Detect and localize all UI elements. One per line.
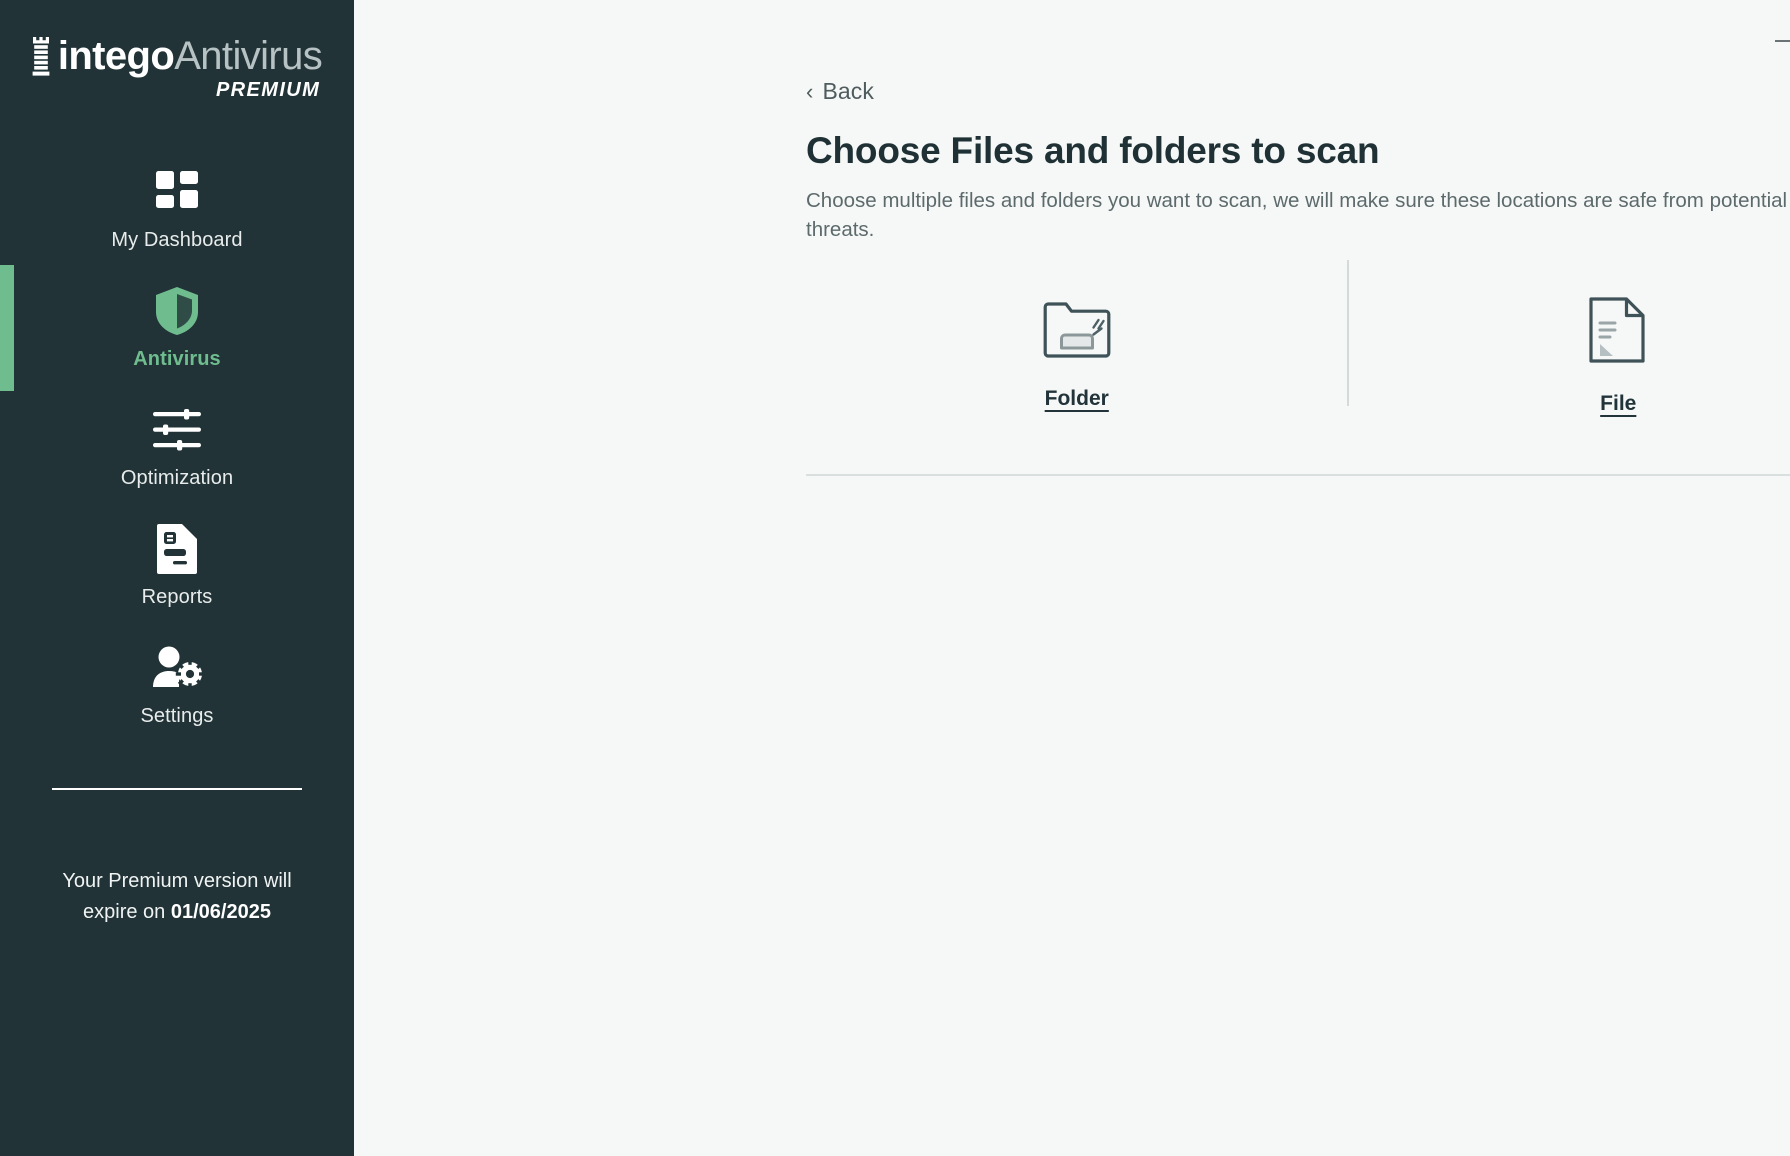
sidebar-item-my-dashboard[interactable]: My Dashboard <box>0 150 354 269</box>
active-nav-indicator <box>0 265 14 391</box>
premium-expiry-note: Your Premium version will expire on 01/0… <box>38 866 316 928</box>
scan-target-choices: Folder File <box>806 260 1790 416</box>
sidebar: intego Antivirus PREMIUM My Dashboard An… <box>0 0 354 1156</box>
main-content: ‹ Back Choose Files and folders to scan … <box>354 0 1790 1156</box>
choices-vertical-divider <box>1347 260 1349 406</box>
sidebar-item-label: My Dashboard <box>111 229 243 251</box>
choose-folder-option[interactable]: Folder <box>806 291 1348 411</box>
section-horizontal-rule <box>806 474 1790 476</box>
folder-icon <box>1043 291 1111 369</box>
brand-name-light: Antivirus <box>174 34 323 78</box>
file-document-icon <box>1588 291 1648 369</box>
brand-name-bold: intego <box>57 34 175 78</box>
minimize-button[interactable] <box>1767 19 1790 53</box>
chevron-left-icon: ‹ <box>806 78 814 104</box>
sidebar-item-label: Settings <box>140 705 214 727</box>
sidebar-item-label: Optimization <box>120 467 234 489</box>
shield-icon <box>154 286 200 336</box>
grid-squares-icon <box>155 167 199 217</box>
sliders-icon <box>153 405 201 455</box>
window-controls <box>1689 0 1790 72</box>
choose-folder-label: Folder <box>1044 387 1109 410</box>
document-report-icon <box>157 524 197 574</box>
sidebar-nav: My Dashboard Antivirus Optimization Repo… <box>0 150 354 745</box>
expiry-date: 01/06/2025 <box>170 901 271 923</box>
page-subtitle: Choose multiple files and folders you wa… <box>806 189 1788 241</box>
sidebar-item-settings[interactable]: Settings <box>0 626 354 745</box>
user-gear-icon <box>151 643 203 693</box>
brand-logo: intego Antivirus PREMIUM <box>0 36 354 100</box>
choose-file-label: File <box>1600 392 1637 415</box>
back-button[interactable]: ‹ Back <box>806 78 874 105</box>
sidebar-item-label: Reports <box>141 586 213 608</box>
sidebar-item-optimization[interactable]: Optimization <box>0 388 354 507</box>
page-body: ‹ Back Choose Files and folders to scan … <box>354 0 1790 476</box>
sidebar-item-reports[interactable]: Reports <box>0 507 354 626</box>
sidebar-item-antivirus[interactable]: Antivirus <box>0 269 354 388</box>
brand-tier: PREMIUM <box>215 79 321 101</box>
sidebar-divider <box>52 788 302 790</box>
sidebar-item-label: Antivirus <box>133 348 221 370</box>
choose-file-option[interactable]: File <box>1348 291 1790 416</box>
app-window: intego Antivirus PREMIUM My Dashboard An… <box>0 0 1790 1156</box>
minimize-icon <box>1775 40 1790 42</box>
back-label: Back <box>822 78 874 104</box>
rook-tower-icon <box>32 36 50 76</box>
page-title: Choose Files and folders to scan <box>806 130 1380 171</box>
